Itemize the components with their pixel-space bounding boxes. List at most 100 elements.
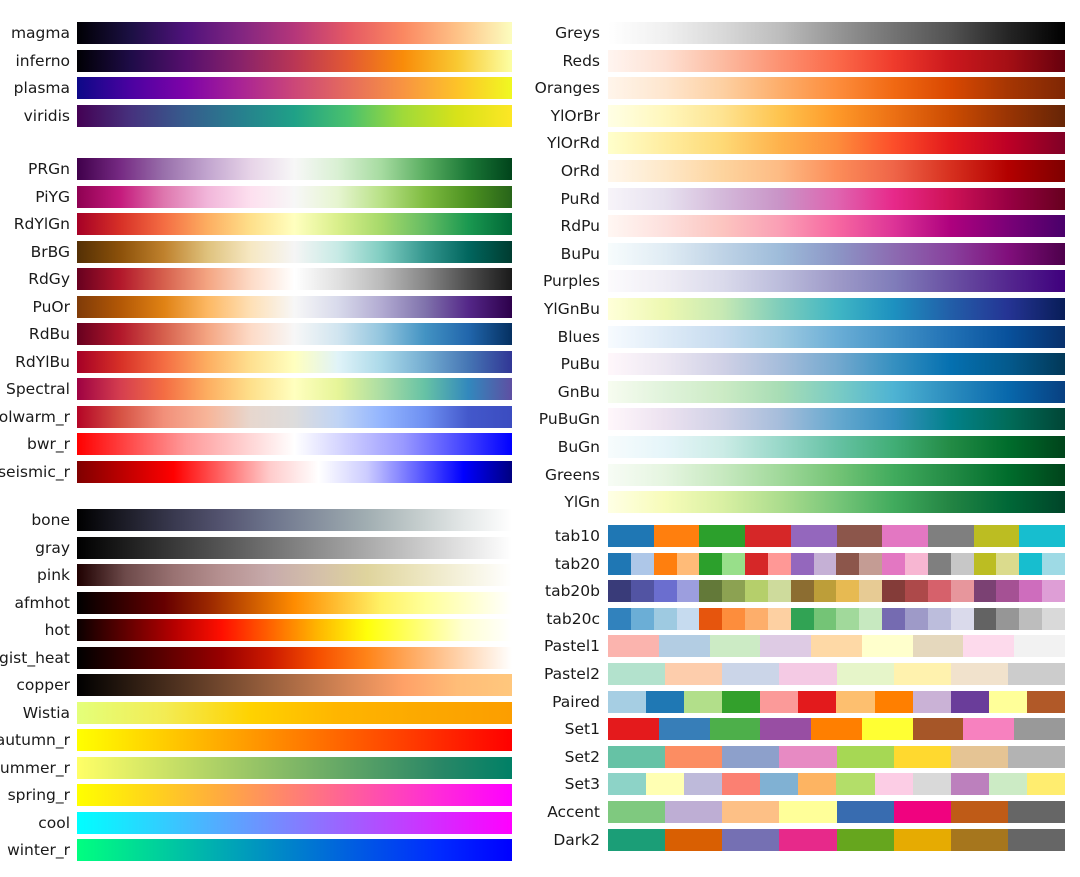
- colormap-swatch: [859, 580, 883, 603]
- colormap-label-PuRd: PuRd: [560, 189, 600, 208]
- colormap-swatch: [811, 635, 862, 658]
- colormap-swatch: [811, 718, 862, 741]
- colormap-swatch: [665, 801, 723, 823]
- colormap-swatch: [874, 690, 913, 713]
- colormap-bar-tab20: [608, 552, 1065, 575]
- colormap-swatch: [798, 690, 837, 713]
- colormap-swatch: [608, 690, 647, 713]
- colormap-swatch: [608, 745, 666, 768]
- colormap-swatch: [653, 580, 677, 603]
- colormap-bar-PuBu: [608, 353, 1065, 376]
- colormap-swatch: [699, 552, 723, 575]
- colormap-label-seismic_r: seismic_r: [0, 462, 70, 481]
- colormap-swatch: [646, 690, 685, 713]
- colormap-swatch: [608, 718, 659, 741]
- colormap-row: Accent: [520, 801, 1080, 823]
- colormap-swatch: [927, 552, 951, 575]
- colormap-swatch: [996, 580, 1020, 603]
- colormap-label-pink: pink: [37, 566, 70, 584]
- colormap-swatch: [882, 552, 905, 575]
- colormap-swatch: [904, 607, 928, 630]
- colormap-swatch: [1014, 718, 1066, 741]
- colormap-bar-Accent: [608, 801, 1065, 823]
- colormap-bar-tab20c: [608, 607, 1065, 630]
- colormap-swatch: [722, 801, 780, 823]
- colormap-row: tab20b: [520, 580, 1080, 603]
- colormap-swatch: [973, 607, 997, 630]
- colormap-swatch: [722, 663, 780, 685]
- colormap-swatch: [904, 552, 928, 575]
- colormap-row: YlGnBu: [520, 298, 1080, 320]
- colormap-swatch: [988, 690, 1027, 713]
- colormap-swatch: [653, 525, 700, 547]
- colormap-swatch: [790, 607, 814, 630]
- colormap-swatch: [745, 580, 768, 603]
- colormap-label-Set3: Set3: [564, 775, 600, 794]
- colormap-swatch: [722, 773, 761, 796]
- colormap-label-BrBG: BrBG: [30, 242, 70, 261]
- colormap-bar-BuGn: [608, 436, 1065, 458]
- colormap-swatch: [1007, 745, 1065, 768]
- colormap-swatch: [699, 580, 723, 603]
- colormap-swatch: [745, 552, 768, 575]
- colormap-label-Greens: Greens: [544, 465, 600, 484]
- colormap-row: tab20c: [520, 607, 1080, 630]
- colormap-swatch: [699, 607, 723, 630]
- colormap-label-Wistia: Wistia: [22, 703, 70, 722]
- colormap-bar-YlOrBr: [608, 104, 1065, 127]
- colormap-label-copper: copper: [16, 676, 70, 694]
- colormap-label-autumn_r: autumn_r: [0, 731, 70, 749]
- colormap-bar-Purples: [608, 270, 1065, 293]
- colormap-swatch: [1007, 663, 1065, 685]
- colormap-swatch: [1019, 580, 1043, 603]
- colormap-row: Set1: [520, 718, 1080, 741]
- colormap-label-Paired: Paired: [552, 692, 600, 711]
- colormap-swatch: [608, 525, 654, 547]
- colormap-swatch: [813, 580, 837, 603]
- colormap-swatch: [950, 690, 989, 713]
- colormap-label-cool: cool: [38, 813, 70, 832]
- colormap-row: BuGn: [520, 436, 1080, 458]
- colormap-label-gray: gray: [35, 538, 70, 557]
- colormap-swatch: [709, 718, 761, 741]
- colormap-label-afmhot: afmhot: [14, 593, 70, 612]
- colormap-swatch: [608, 635, 659, 658]
- colormap-label-PuBuGn: PuBuGn: [538, 410, 600, 429]
- colormap-swatch: [882, 607, 905, 630]
- colormap-swatch: [988, 773, 1027, 796]
- colormap-row: Greens: [520, 463, 1080, 486]
- colormap-swatch: [767, 607, 791, 630]
- colormap-row: Pastel1: [520, 635, 1080, 658]
- colormap-label-PiYG: PiYG: [35, 187, 70, 206]
- colormap-swatch: [973, 580, 997, 603]
- colormap-row: Paired: [520, 690, 1080, 713]
- colormap-swatch: [859, 552, 883, 575]
- colormap-label-viridis: viridis: [23, 106, 70, 125]
- colormap-swatch: [861, 718, 913, 741]
- colormap-label-tab20c: tab20c: [546, 609, 600, 628]
- colormap-row: BuPu: [520, 242, 1080, 265]
- colormap-bar-YlOrRd: [608, 132, 1065, 155]
- colormap-swatch: [836, 773, 875, 796]
- colormap-swatch: [658, 635, 710, 658]
- colormap-swatch: [608, 801, 666, 823]
- colormap-swatch: [760, 773, 799, 796]
- colormap-swatch: [893, 801, 951, 823]
- colormap-swatch: [1019, 525, 1066, 547]
- colormap-swatch: [1042, 552, 1065, 575]
- colormap-swatch: [722, 552, 746, 575]
- colormap-swatch: [927, 607, 951, 630]
- colormap-label-BuGn: BuGn: [557, 438, 600, 456]
- colormap-row: tab20: [520, 552, 1080, 575]
- colormap-bar-Pastel1: [608, 635, 1066, 658]
- colormap-swatch: [760, 718, 812, 741]
- colormap-swatch: [912, 635, 964, 658]
- colormap-swatch: [630, 607, 654, 630]
- colormap-swatch: [722, 745, 780, 768]
- colormap-swatch: [608, 828, 666, 851]
- colormap-label-YlGnBu: YlGnBu: [543, 300, 600, 318]
- colormap-swatch: [1007, 801, 1065, 823]
- colormap-bar-Dark2: [608, 828, 1065, 851]
- colormap-swatch: [836, 663, 894, 685]
- colormap-swatch: [608, 580, 631, 603]
